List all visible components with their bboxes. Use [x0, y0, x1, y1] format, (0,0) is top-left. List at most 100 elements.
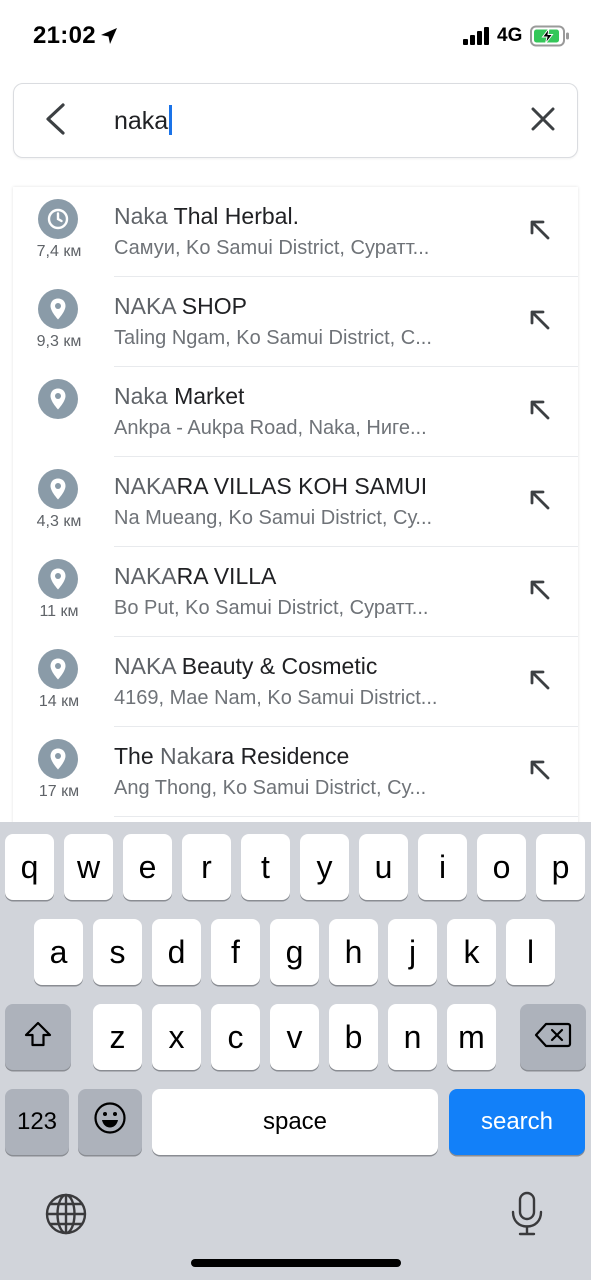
fill-query-button[interactable]: [521, 303, 559, 341]
backspace-icon: [534, 1019, 572, 1056]
title-rest: RA VILLA: [176, 563, 277, 589]
divider: [114, 816, 578, 817]
title-match: Naka: [114, 203, 168, 229]
delete-key[interactable]: [520, 1004, 586, 1070]
distance-label: 14 км: [38, 693, 80, 710]
key-j[interactable]: j: [388, 919, 437, 985]
key-v[interactable]: v: [270, 1004, 319, 1070]
arrow-up-left-icon: [528, 488, 552, 517]
suggestion-item[interactable]: 17 км The Nakara Residence Ang Thong, Ko…: [13, 727, 578, 817]
key-o[interactable]: o: [477, 834, 526, 900]
key-c[interactable]: c: [211, 1004, 260, 1070]
key-i[interactable]: i: [418, 834, 467, 900]
key-q[interactable]: q: [5, 834, 54, 900]
title-match: NAKA: [114, 563, 177, 589]
key-u[interactable]: u: [359, 834, 408, 900]
search-key[interactable]: search: [449, 1089, 585, 1155]
fill-query-button[interactable]: [521, 393, 559, 431]
suggestion-item[interactable]: Naka Market Ankpa - Aukpa Road, Naka, Ни…: [13, 367, 578, 457]
suggestion-address: Самуи, Ko Samui District, Суратт...: [114, 237, 430, 259]
fill-query-button[interactable]: [521, 213, 559, 251]
fill-query-button[interactable]: [521, 483, 559, 521]
key-r[interactable]: r: [182, 834, 231, 900]
key-n[interactable]: n: [388, 1004, 437, 1070]
chevron-left-icon: [43, 102, 67, 141]
screen: 21:02 4G n a ka 7,4 км Naka Thal Herbal. С…: [0, 0, 591, 1280]
key-y[interactable]: y: [300, 834, 349, 900]
key-z[interactable]: z: [93, 1004, 142, 1070]
distance-label: 11 км: [39, 603, 79, 620]
title-rest: ra Residence: [213, 743, 350, 769]
fill-query-button[interactable]: [521, 753, 559, 791]
arrow-up-left-icon: [528, 578, 552, 607]
key-w[interactable]: w: [64, 834, 113, 900]
numbers-key[interactable]: 123: [5, 1089, 69, 1155]
key-a[interactable]: a: [34, 919, 83, 985]
key-b[interactable]: b: [329, 1004, 378, 1070]
status-time: 21:02: [33, 22, 96, 49]
suggestion-title: Naka Market: [114, 383, 514, 410]
fill-query-button[interactable]: [521, 663, 559, 701]
dictation-button[interactable]: [503, 1191, 551, 1242]
suggestions-list: 7,4 км Naka Thal Herbal. Самуи, Ko Samui…: [13, 187, 578, 827]
title-rest: RA VILLAS KOH SAMUI: [176, 473, 428, 499]
key-p[interactable]: p: [536, 834, 585, 900]
suggestion-title: The Nakara Residence: [114, 743, 514, 770]
suggestion-title: NAKA Beauty & Cosmetic: [114, 653, 514, 680]
title-match: NAKA: [114, 293, 176, 319]
key-e[interactable]: e: [123, 834, 172, 900]
key-d[interactable]: d: [152, 919, 201, 985]
microphone-icon: [509, 1191, 545, 1242]
arrow-up-left-icon: [528, 668, 552, 697]
key-m[interactable]: m: [447, 1004, 496, 1070]
shift-icon: [23, 1019, 53, 1056]
suggestion-address: Ankpa - Aukpa Road, Naka, Ниге...: [114, 417, 427, 439]
key-s[interactable]: s: [93, 919, 142, 985]
suggestion-item[interactable]: 11 км NAKARA VILLA Bo Put, Ko Samui Dist…: [13, 547, 578, 637]
arrow-up-left-icon: [528, 218, 552, 247]
title-rest: Beauty & Cosmetic: [175, 653, 378, 679]
suggestion-item[interactable]: 4,3 км NAKARA VILLAS KOH SAMUI Na Mueang…: [13, 457, 578, 547]
key-g[interactable]: g: [270, 919, 319, 985]
text-cursor: [169, 105, 173, 136]
location-pin-icon: [38, 559, 78, 599]
emoji-key[interactable]: [78, 1089, 142, 1155]
suggestion-address: Taling Ngam, Ko Samui District, C...: [114, 327, 432, 349]
title-rest: SHOP: [175, 293, 247, 319]
clear-button[interactable]: [522, 100, 564, 142]
emoji-icon: [93, 1101, 127, 1143]
suggestion-item[interactable]: 14 км NAKA Beauty & Cosmetic 4169, Mae N…: [13, 637, 578, 727]
key-l[interactable]: l: [506, 919, 555, 985]
key-t[interactable]: t: [241, 834, 290, 900]
close-icon: [530, 106, 556, 137]
back-button[interactable]: [34, 100, 76, 142]
title-prefix: The: [114, 743, 161, 769]
arrow-up-left-icon: [528, 308, 552, 337]
suggestion-address: Bo Put, Ko Samui District, Суратт...: [114, 597, 429, 619]
status-bar: 21:02 4G: [0, 0, 591, 72]
title-match: Naka: [114, 383, 168, 409]
suggestion-address: Na Mueang, Ko Samui District, Су...: [114, 507, 433, 529]
fill-query-button[interactable]: [521, 573, 559, 611]
title-match: NAKA: [114, 473, 177, 499]
distance-label: 7,4 км: [36, 243, 82, 260]
space-key[interactable]: space: [152, 1089, 438, 1155]
key-h[interactable]: h: [329, 919, 378, 985]
search-bar: naka: [13, 83, 578, 158]
arrow-up-left-icon: [528, 758, 552, 787]
search-input[interactable]: naka: [114, 102, 173, 140]
location-pin-icon: [38, 289, 78, 329]
home-indicator: [191, 1259, 401, 1267]
title-rest: Thal Herbal.: [167, 203, 299, 229]
globe-icon: [44, 1192, 88, 1241]
key-f[interactable]: f: [211, 919, 260, 985]
key-k[interactable]: k: [447, 919, 496, 985]
globe-button[interactable]: [42, 1192, 90, 1240]
key-x[interactable]: x: [152, 1004, 201, 1070]
suggestion-item[interactable]: 7,4 км Naka Thal Herbal. Самуи, Ko Samui…: [13, 187, 578, 277]
clock-icon: [38, 199, 78, 239]
shift-key[interactable]: [5, 1004, 71, 1070]
suggestion-title: NAKA SHOP: [114, 293, 514, 320]
location-arrow-icon: [100, 27, 118, 45]
suggestion-item[interactable]: 9,3 км NAKA SHOP Taling Ngam, Ko Samui D…: [13, 277, 578, 367]
